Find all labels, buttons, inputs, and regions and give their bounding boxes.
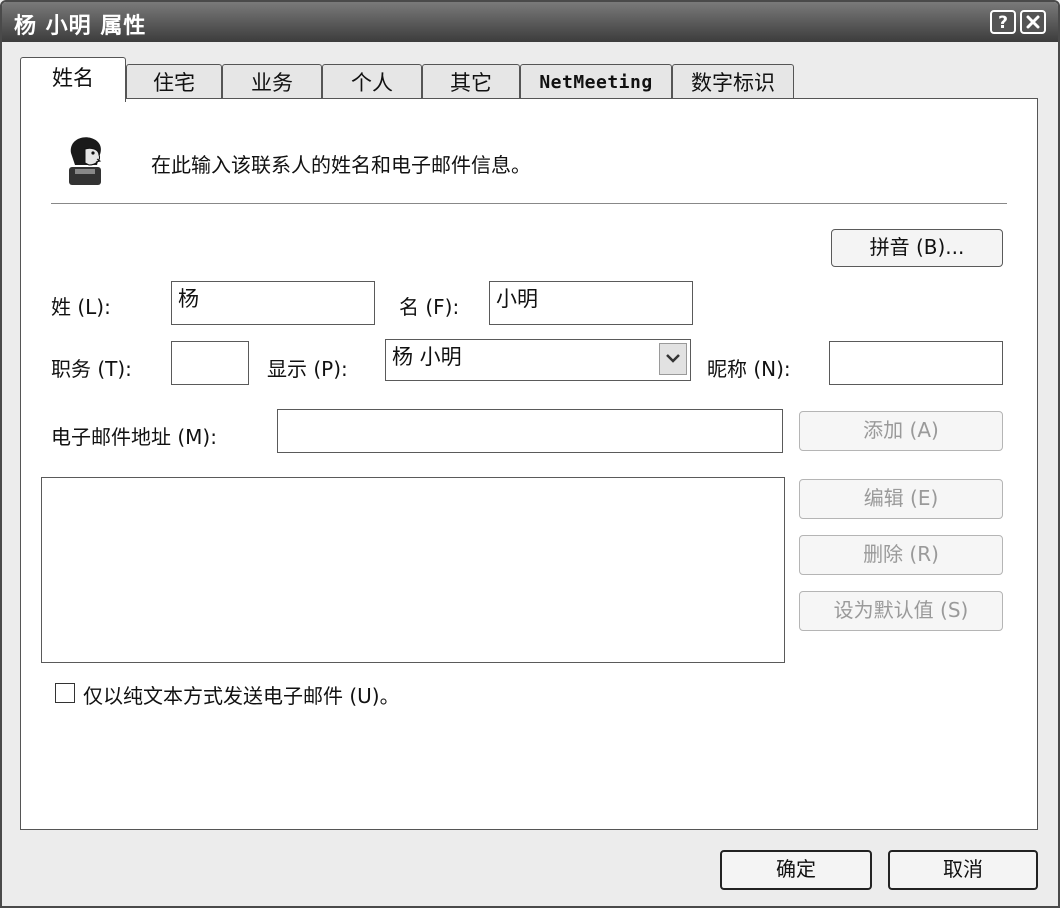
given-name-label: 名 (F): — [399, 295, 460, 319]
tab-name[interactable]: 姓名 — [20, 57, 126, 102]
tab-netmeeting[interactable]: NetMeeting — [520, 64, 672, 100]
email-field[interactable] — [277, 409, 783, 453]
display-value: 杨 小明 — [392, 345, 462, 369]
email-label: 电子邮件地址 (M): — [51, 425, 217, 449]
plain-text-checkbox[interactable] — [55, 683, 75, 703]
given-name-field[interactable]: 小明 — [489, 281, 693, 325]
surname-field[interactable]: 杨 — [171, 281, 375, 325]
tab-personal[interactable]: 个人 — [322, 64, 422, 100]
tab-digital-ids[interactable]: 数字标识 — [672, 64, 794, 100]
job-title-field[interactable] — [171, 341, 249, 385]
ok-button[interactable]: 确定 — [720, 850, 872, 890]
title-bar[interactable]: 杨 小明 属性 ? — [2, 2, 1058, 42]
display-dropdown-button[interactable] — [659, 343, 687, 375]
edit-email-button[interactable]: 编辑 (E) — [799, 479, 1003, 519]
contact-properties-dialog: 杨 小明 属性 ? 姓名 住宅 业务 个人 其它 NetMeeting 数字标识… — [0, 0, 1060, 908]
delete-email-button[interactable]: 删除 (R) — [799, 535, 1003, 575]
pinyin-button[interactable]: 拼音 (B)... — [831, 229, 1003, 267]
tab-home[interactable]: 住宅 — [126, 64, 222, 100]
display-label: 显示 (P): — [267, 357, 348, 381]
display-select[interactable]: 杨 小明 — [385, 339, 691, 381]
close-icon — [1026, 15, 1040, 29]
chevron-down-icon — [666, 354, 680, 363]
contact-person-icon — [69, 137, 102, 185]
plain-text-label: 仅以纯文本方式发送电子邮件 (U)。 — [83, 684, 400, 708]
header-description: 在此输入该联系人的姓名和电子邮件信息。 — [151, 153, 531, 177]
close-button[interactable] — [1020, 10, 1046, 34]
set-default-email-button[interactable]: 设为默认值 (S) — [799, 591, 1003, 631]
surname-label: 姓 (L): — [51, 295, 111, 319]
job-title-label: 职务 (T): — [51, 357, 132, 381]
help-button[interactable]: ? — [990, 10, 1016, 34]
name-tab-panel: 在此输入该联系人的姓名和电子邮件信息。 拼音 (B)... 姓 (L): 杨 名… — [20, 98, 1038, 830]
nickname-label: 昵称 (N): — [707, 357, 791, 381]
tab-other[interactable]: 其它 — [422, 64, 520, 100]
cancel-button[interactable]: 取消 — [888, 850, 1038, 890]
header-separator — [51, 203, 1007, 204]
window-title: 杨 小明 属性 — [14, 14, 147, 39]
nickname-field[interactable] — [829, 341, 1003, 385]
email-address-list[interactable] — [41, 477, 785, 663]
tab-business[interactable]: 业务 — [222, 64, 322, 100]
add-email-button[interactable]: 添加 (A) — [799, 411, 1003, 451]
